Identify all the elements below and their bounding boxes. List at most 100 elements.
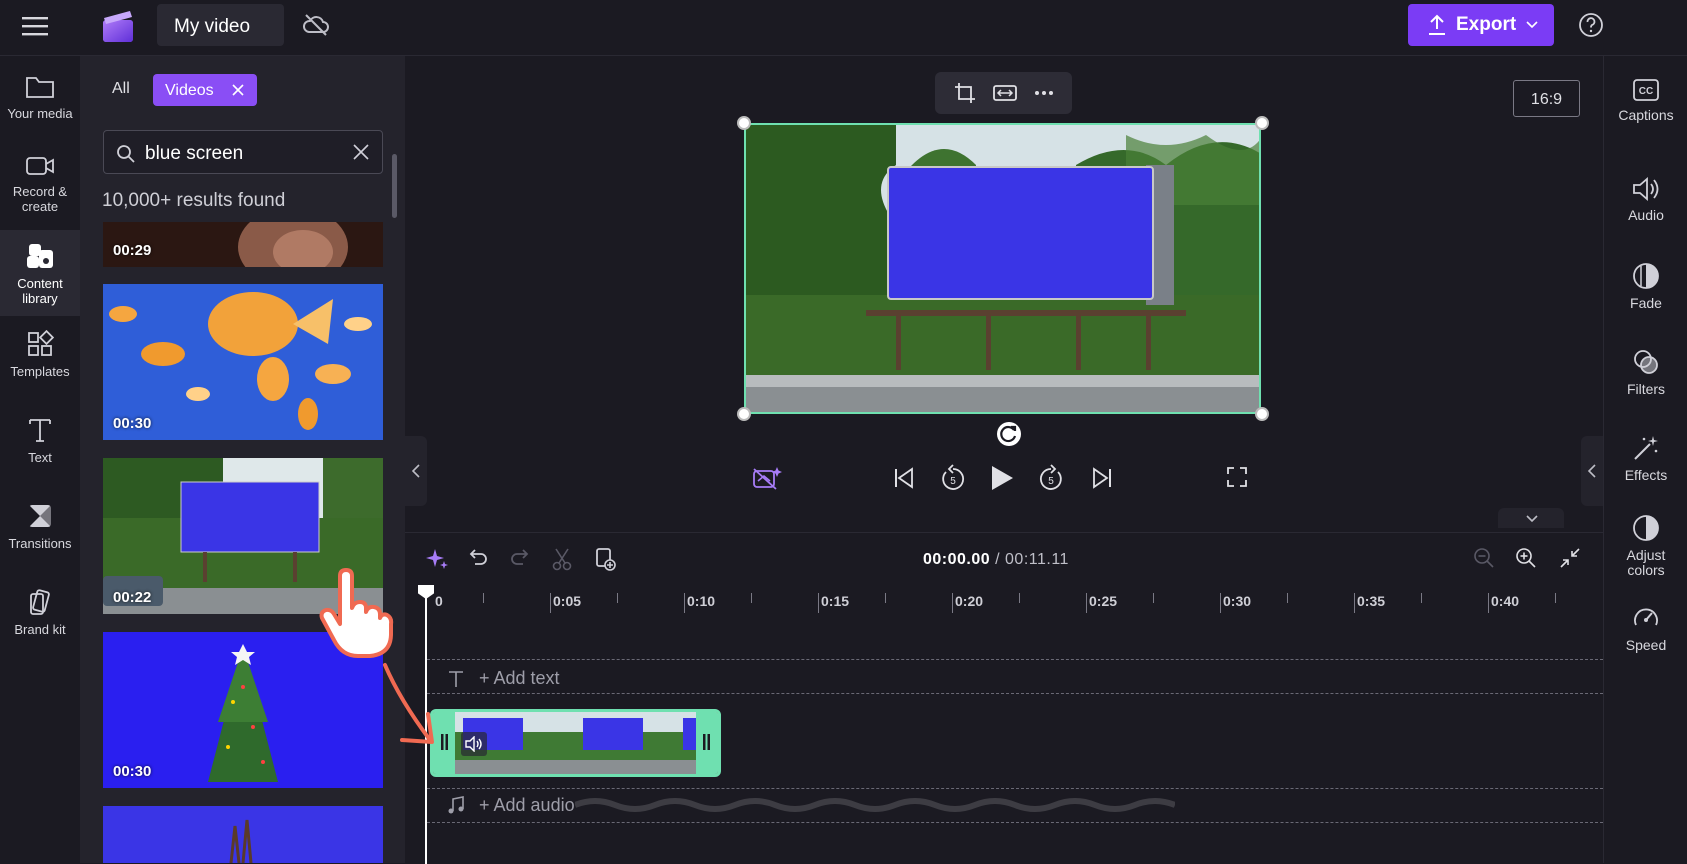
- cloud-offline-icon[interactable]: [302, 12, 332, 40]
- upload-icon: [1429, 14, 1445, 35]
- rail-item-filters[interactable]: Filters: [1604, 348, 1687, 397]
- video-preview[interactable]: [744, 123, 1261, 414]
- ruler-label: 0:05: [553, 593, 582, 609]
- rail-item-effects[interactable]: Effects: [1604, 434, 1687, 483]
- ruler-label: 0:10: [687, 593, 716, 609]
- collapse-timeline-button[interactable]: [1498, 508, 1564, 528]
- brand-kit-icon: [30, 589, 50, 615]
- hamburger-menu-icon[interactable]: [20, 14, 56, 44]
- ruler-tick: [684, 593, 685, 613]
- rotate-handle-icon[interactable]: [997, 422, 1021, 446]
- forward-5-icon[interactable]: 5: [1037, 463, 1065, 493]
- redo-icon[interactable]: [509, 547, 531, 569]
- text-icon: [29, 419, 51, 442]
- rail-label: Brand kit: [14, 622, 66, 637]
- ruler-tick: [751, 593, 752, 603]
- ruler-tick: [1354, 593, 1355, 613]
- ai-sparkle-icon[interactable]: [425, 547, 449, 571]
- track-divider: [427, 659, 1603, 660]
- aspect-ratio-button[interactable]: 16:9: [1513, 80, 1580, 117]
- rewind-5-icon[interactable]: 5: [939, 463, 967, 493]
- clip-volume-icon[interactable]: [461, 732, 487, 756]
- drag-arrow-icon: [380, 660, 450, 750]
- fit-timeline-icon[interactable]: [1559, 547, 1581, 569]
- ruler-tick: [885, 593, 886, 603]
- rail-item-audio[interactable]: Audio: [1604, 176, 1687, 223]
- chevron-down-icon: [1526, 21, 1538, 29]
- playhead-handle[interactable]: [418, 585, 434, 599]
- ruler-tick: [1555, 593, 1556, 603]
- ruler-tick: [952, 593, 953, 613]
- rail-item-captions[interactable]: CC Captions: [1604, 78, 1687, 123]
- clear-search-icon[interactable]: [352, 143, 370, 161]
- zoom-in-icon[interactable]: [1515, 547, 1537, 569]
- rail-item-adjust-colors[interactable]: Adjust colors: [1604, 514, 1687, 578]
- resize-handle[interactable]: [737, 407, 751, 421]
- skip-to-start-icon[interactable]: [893, 466, 915, 490]
- crop-icon[interactable]: [954, 82, 976, 104]
- rail-label: Transitions: [8, 536, 72, 551]
- current-time: 00:00.00: [923, 551, 991, 568]
- add-audio-track[interactable]: + Add audio: [447, 795, 575, 816]
- add-text-label: + Add text: [479, 668, 560, 688]
- add-audio-label: + Add audio: [479, 795, 575, 815]
- rail-item-record-create[interactable]: Record & create: [0, 142, 80, 228]
- video-clip[interactable]: [430, 709, 721, 777]
- play-icon[interactable]: [989, 464, 1015, 492]
- rail-label: Speed: [1625, 637, 1667, 653]
- skip-to-end-icon[interactable]: [1091, 466, 1113, 490]
- video-thumbnail[interactable]: [103, 806, 383, 863]
- rail-label: Templates: [10, 364, 70, 379]
- rail-item-transitions[interactable]: Transitions: [0, 490, 80, 576]
- split-scissors-icon[interactable]: [551, 547, 573, 571]
- rail-label: Effects: [1624, 467, 1668, 483]
- rail-item-your-media[interactable]: Your media: [0, 62, 80, 148]
- rail-item-fade[interactable]: Fade: [1604, 262, 1687, 311]
- filter-all[interactable]: All: [112, 80, 130, 98]
- search-input[interactable]: blue screen: [103, 130, 383, 174]
- templates-icon: [28, 330, 54, 356]
- resize-handle[interactable]: [737, 116, 751, 130]
- resize-handle[interactable]: [1255, 407, 1269, 421]
- video-thumbnail[interactable]: 00:30: [103, 284, 383, 440]
- ruler-tick: [1287, 593, 1288, 603]
- more-options-icon[interactable]: [1034, 90, 1054, 96]
- rail-item-brand-kit[interactable]: Brand kit: [0, 576, 80, 662]
- results-count: 10,000+ results found: [102, 190, 286, 211]
- track-divider: [427, 788, 1603, 789]
- video-duration: 00:29: [113, 242, 152, 259]
- ruler-label: 0:15: [821, 593, 850, 609]
- content-library-icon: [27, 244, 53, 268]
- export-button[interactable]: Export: [1408, 4, 1554, 46]
- rail-item-templates[interactable]: Templates: [0, 318, 80, 404]
- resize-handle[interactable]: [1255, 116, 1269, 130]
- rail-label: Filters: [1626, 381, 1666, 397]
- rail-item-content-library[interactable]: Content library: [0, 230, 80, 316]
- close-icon[interactable]: [231, 83, 245, 97]
- zoom-out-icon[interactable]: [1473, 547, 1495, 569]
- fit-icon[interactable]: [992, 83, 1017, 103]
- ruler-label: 0: [435, 593, 443, 609]
- library-scrollbar[interactable]: [392, 154, 397, 218]
- duplicate-icon[interactable]: [593, 547, 617, 571]
- rail-item-text[interactable]: Text: [0, 404, 80, 490]
- collapse-right-panel-button[interactable]: [1581, 436, 1603, 506]
- ai-magic-icon[interactable]: [752, 465, 782, 493]
- filter-videos-chip[interactable]: Videos: [153, 74, 257, 106]
- svg-text:CC: CC: [1639, 86, 1653, 97]
- fullscreen-icon[interactable]: [1226, 466, 1248, 488]
- help-icon[interactable]: [1578, 12, 1604, 38]
- collapse-left-panel-button[interactable]: [405, 436, 427, 506]
- video-thumbnail[interactable]: 00:29: [103, 222, 383, 267]
- filter-videos-label: Videos: [165, 82, 214, 99]
- transitions-icon: [29, 505, 51, 527]
- rail-item-speed[interactable]: Speed: [1604, 604, 1687, 653]
- rail-label: Captions: [1618, 107, 1674, 123]
- add-text-track[interactable]: + Add text: [447, 668, 560, 689]
- svg-text:5: 5: [950, 476, 956, 487]
- rail-label: Record & create: [12, 184, 68, 214]
- project-title[interactable]: My video: [157, 4, 284, 46]
- track-divider: [427, 822, 1603, 823]
- ruler-tick: [1019, 593, 1020, 603]
- undo-icon[interactable]: [467, 547, 489, 569]
